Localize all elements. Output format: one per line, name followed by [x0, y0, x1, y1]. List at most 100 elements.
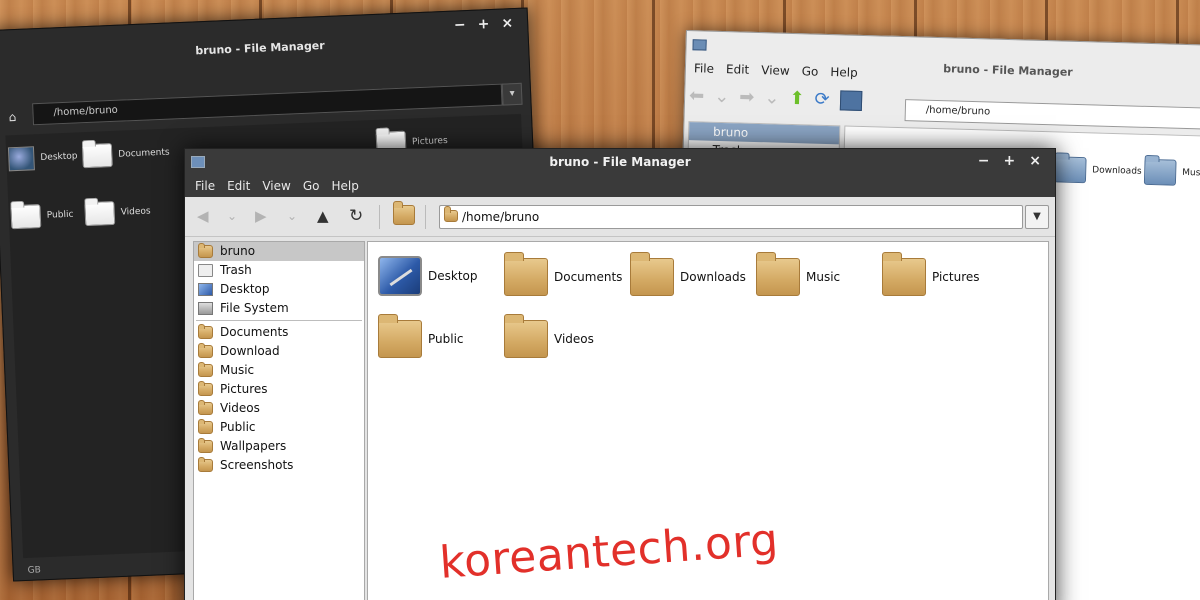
toolbar-separator	[379, 205, 380, 229]
file-item[interactable]: Videos	[84, 199, 151, 227]
folder-icon	[1143, 158, 1177, 186]
app-icon	[692, 39, 707, 51]
chevron-down-icon[interactable]: ▾	[501, 82, 523, 106]
menu-view[interactable]: View	[755, 63, 796, 78]
file-label: Documents	[118, 147, 170, 160]
file-item[interactable]: Documents	[504, 252, 623, 296]
menu-help[interactable]: Help	[325, 179, 364, 193]
home-icon[interactable]	[393, 201, 415, 225]
forward-arrow-icon[interactable]: ➡	[739, 87, 755, 108]
maximize-button[interactable]: +	[1004, 153, 1016, 169]
file-label: Public	[428, 332, 464, 346]
file-item[interactable]: Downloads	[1053, 156, 1142, 184]
menu-go[interactable]: Go	[297, 179, 326, 193]
file-item[interactable]: Desktop	[7, 144, 78, 172]
sidebar-item-label: Videos	[220, 401, 260, 415]
toolbar: ⬅ ⌄ ➡ ⌄ ⬆ ⟳	[689, 85, 862, 111]
chevron-down-icon[interactable]: ⌄	[227, 207, 237, 225]
file-item[interactable]: Pictures	[882, 252, 980, 296]
location-bar[interactable]: /home/bruno	[439, 205, 1023, 229]
file-item[interactable]: Music	[1143, 158, 1200, 187]
sidebar-item-label: Trash	[220, 263, 252, 277]
chevron-down-icon[interactable]: ⌄	[714, 86, 730, 107]
window-title: bruno - File Manager	[195, 39, 325, 58]
sidebar-item-home[interactable]: bruno	[194, 242, 364, 261]
minimize-button[interactable]: −	[454, 17, 466, 33]
menu-bar: File Edit View Go Help	[185, 175, 1055, 197]
back-arrow-icon[interactable]: ◀	[197, 207, 209, 225]
file-item[interactable]: Music	[756, 252, 840, 296]
home-icon[interactable]: ⌂	[8, 110, 16, 124]
refresh-icon[interactable]: ⟳	[814, 89, 830, 110]
file-label: Desktop	[40, 151, 78, 163]
sidebar-item-label: Wallpapers	[220, 439, 287, 453]
sidebar-item-wallpapers[interactable]: Wallpapers	[194, 437, 364, 456]
close-button[interactable]: ×	[1029, 153, 1041, 169]
home-icon[interactable]	[839, 89, 862, 111]
menu-help[interactable]: Help	[824, 65, 864, 80]
folder-icon	[198, 381, 213, 396]
chevron-down-icon[interactable]: ⌄	[764, 87, 780, 108]
back-arrow-icon[interactable]: ⬅	[689, 85, 705, 106]
desktop-icon	[198, 283, 213, 296]
menu-file[interactable]: File	[688, 61, 720, 76]
desktop-icon	[378, 256, 422, 296]
home-icon	[198, 243, 213, 258]
file-item[interactable]: Downloads	[630, 252, 746, 296]
menu-view[interactable]: View	[256, 179, 296, 193]
window-controls: − + ×	[978, 153, 1041, 169]
sidebar-item-file-system[interactable]: File System	[194, 299, 364, 318]
file-label: Pictures	[411, 135, 448, 148]
up-arrow-icon[interactable]: ▲	[317, 207, 329, 225]
close-button[interactable]: ×	[501, 15, 513, 31]
file-item[interactable]: Desktop	[378, 256, 478, 296]
chevron-down-icon[interactable]: ⌄	[287, 207, 297, 225]
sidebar-item-download[interactable]: Download	[194, 342, 364, 361]
sidebar-item-desktop[interactable]: Desktop	[194, 280, 364, 299]
window-title: bruno - File Manager	[549, 155, 691, 169]
folder-icon	[198, 400, 213, 415]
folder-icon	[84, 200, 116, 227]
sidebar-item-pictures[interactable]: Pictures	[194, 380, 364, 399]
sidebar-item-label: Public	[220, 420, 256, 434]
file-item[interactable]: Public	[378, 314, 464, 358]
location-text: /home/bruno	[462, 210, 540, 224]
folder-icon	[198, 362, 213, 377]
folder-icon	[81, 142, 113, 169]
up-arrow-icon[interactable]: ⬆	[789, 88, 805, 109]
chevron-down-icon[interactable]: ▼	[1025, 205, 1049, 229]
menu-go[interactable]: Go	[796, 64, 825, 79]
sidebar-item-documents[interactable]: Documents	[194, 323, 364, 342]
sidebar-item-public[interactable]: Public	[194, 418, 364, 437]
file-label: Downloads	[1092, 165, 1142, 177]
location-bar[interactable]: /home/bruno	[904, 99, 1200, 131]
file-label: Music	[1182, 167, 1200, 179]
menu-file[interactable]: File	[189, 179, 221, 193]
sidebar-item-label: Screenshots	[220, 458, 294, 472]
folder-icon	[756, 252, 800, 296]
menu-edit[interactable]: Edit	[720, 62, 756, 77]
menu-edit[interactable]: Edit	[221, 179, 256, 193]
file-label: Documents	[554, 270, 623, 284]
folder-icon	[630, 252, 674, 296]
title-bar: bruno - File Manager − + ×	[185, 149, 1055, 175]
file-item[interactable]: Public	[10, 203, 74, 230]
sidebar: bruno Trash Desktop File System Document…	[193, 241, 365, 600]
folder-icon	[198, 419, 213, 434]
refresh-icon[interactable]: ↻	[349, 207, 363, 225]
folder-icon	[198, 457, 213, 472]
window-controls: − + ×	[454, 15, 514, 33]
trash-icon	[198, 264, 213, 277]
file-label: Desktop	[428, 269, 478, 283]
sidebar-item-music[interactable]: Music	[194, 361, 364, 380]
folder-icon	[882, 252, 926, 296]
file-item[interactable]: Documents	[81, 141, 170, 169]
sidebar-item-trash[interactable]: Trash	[194, 261, 364, 280]
sidebar-item-videos[interactable]: Videos	[194, 399, 364, 418]
maximize-button[interactable]: +	[477, 16, 489, 32]
minimize-button[interactable]: −	[978, 153, 990, 169]
sidebar-item-screenshots[interactable]: Screenshots	[194, 456, 364, 475]
forward-arrow-icon[interactable]: ▶	[255, 207, 267, 225]
file-label: Public	[46, 209, 74, 221]
file-item[interactable]: Videos	[504, 314, 594, 358]
